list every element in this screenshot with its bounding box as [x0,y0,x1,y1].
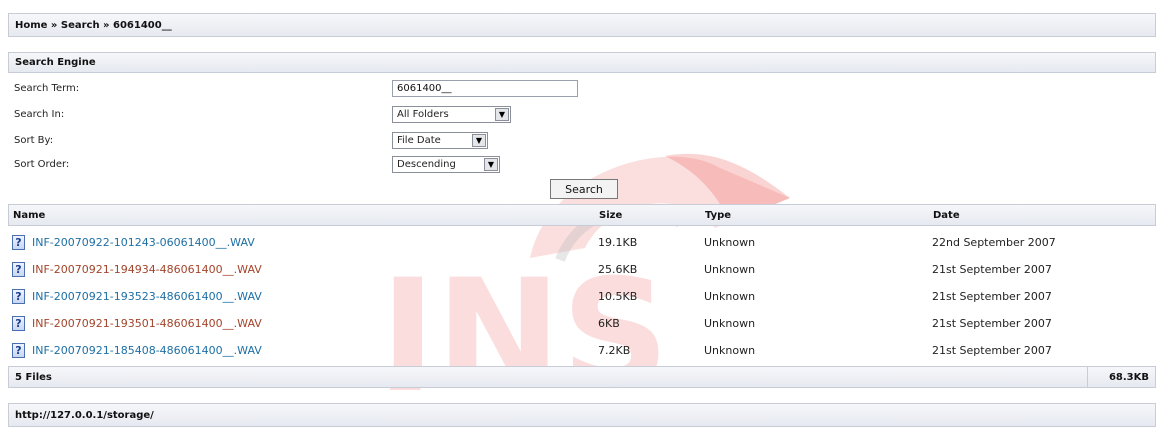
file-type: Unknown [704,263,756,276]
file-size: 6KB [598,317,620,330]
breadcrumb: Home » Search » 6061400__ [8,13,1156,37]
search-in-row: Search In: All Folders ▼ [14,103,1154,125]
table-row: ? INF-20070922-101243-06061400__.WAV 19.… [8,229,1156,256]
unknown-file-icon[interactable]: ? [12,235,25,250]
column-header-size[interactable]: Size [599,205,622,225]
file-link[interactable]: INF-20070921-194934-486061400__.WAV [32,263,262,276]
search-term-input[interactable] [392,79,578,97]
search-in-value: All Folders [397,108,449,120]
sort-order-label: Sort Order: [14,158,70,170]
file-size: 10.5KB [598,290,638,303]
sort-by-row: Sort By: File Date ▼ [14,129,1154,151]
chevron-down-icon[interactable]: ▼ [472,133,486,147]
column-header-type[interactable]: Type [705,205,731,225]
sort-order-value: Descending [397,158,456,170]
file-type: Unknown [704,290,756,303]
table-row: ? INF-20070921-194934-486061400__.WAV 25… [8,256,1156,283]
table-row: ? INF-20070921-193501-486061400__.WAV 6K… [8,310,1156,337]
file-link[interactable]: INF-20070921-185408-486061400__.WAV [32,344,262,357]
sort-order-select[interactable]: Descending ▼ [392,155,500,173]
file-date: 21st September 2007 [932,263,1052,276]
file-link[interactable]: INF-20070922-101243-06061400__.WAV [32,236,255,249]
sort-order-row: Sort Order: Descending ▼ [14,153,1154,175]
file-type: Unknown [704,317,756,330]
file-type: Unknown [704,236,756,249]
file-date: 21st September 2007 [932,317,1052,330]
unknown-file-icon[interactable]: ? [12,316,25,331]
file-date: 21st September 2007 [932,290,1052,303]
search-in-label: Search In: [14,108,65,120]
sort-by-label: Sort By: [14,134,54,146]
search-button[interactable]: Search [550,179,618,199]
file-date: 21st September 2007 [932,344,1052,357]
sort-by-value: File Date [397,134,441,146]
file-size: 7.2KB [598,344,631,357]
search-in-select[interactable]: All Folders ▼ [392,105,511,123]
sort-by-select[interactable]: File Date ▼ [392,131,488,149]
search-engine-header: Search Engine [8,52,1156,73]
unknown-file-icon[interactable]: ? [12,343,25,358]
results-summary: 5 Files 68.3KB [8,366,1156,388]
unknown-file-icon[interactable]: ? [12,289,25,304]
table-row: ? INF-20070921-193523-486061400__.WAV 10… [8,283,1156,310]
search-engine-title: Search Engine [15,57,96,68]
file-link[interactable]: INF-20070921-193523-486061400__.WAV [32,290,262,303]
file-size: 19.1KB [598,236,638,249]
file-type: Unknown [704,344,756,357]
results-table-header: Name Size Type Date [8,204,1156,226]
total-size: 68.3KB [1087,367,1155,387]
file-date: 22nd September 2007 [932,236,1056,249]
column-header-name[interactable]: Name [13,205,45,225]
search-term-row: Search Term: [14,77,1154,99]
chevron-down-icon[interactable]: ▼ [495,107,509,121]
unknown-file-icon[interactable]: ? [12,262,25,277]
file-link[interactable]: INF-20070921-193501-486061400__.WAV [32,317,262,330]
search-term-label: Search Term: [14,82,80,94]
results-table-body: ? INF-20070922-101243-06061400__.WAV 19.… [8,229,1156,364]
storage-url: http://127.0.0.1/storage/ [15,409,154,421]
chevron-down-icon[interactable]: ▼ [484,157,498,171]
storage-url-bar: http://127.0.0.1/storage/ [8,403,1156,427]
file-count: 5 Files [15,371,52,383]
breadcrumb-text[interactable]: Home » Search » 6061400__ [15,20,172,31]
file-size: 25.6KB [598,263,638,276]
column-header-date[interactable]: Date [933,205,960,225]
table-row: ? INF-20070921-185408-486061400__.WAV 7.… [8,337,1156,364]
